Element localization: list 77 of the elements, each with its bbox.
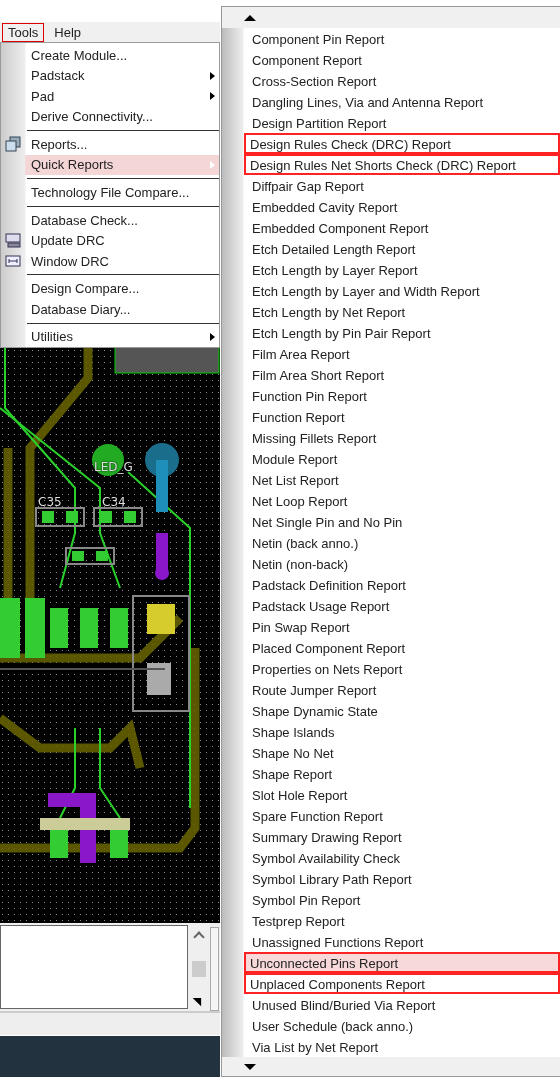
menu-item[interactable]: Etch Length by Pin Pair Report — [222, 322, 560, 343]
submenu-arrow-icon — [210, 161, 215, 169]
menu-item[interactable]: Shape Report — [222, 763, 560, 784]
menu-item[interactable]: Slot Hole Report — [222, 784, 560, 805]
menu-item[interactable]: Component Report — [222, 49, 560, 70]
menu-item[interactable]: Unconnected Pins Report — [244, 952, 560, 973]
scroll-up-icon[interactable] — [244, 14, 256, 21]
component-label: C34 — [102, 496, 126, 508]
menu-item[interactable]: Cross-Section Report — [222, 70, 560, 91]
menu-item[interactable]: Shape Islands — [222, 721, 560, 742]
component-label: C35 — [38, 496, 62, 508]
menu-item[interactable]: Design Rules Net Shorts Check (DRC) Report — [244, 154, 560, 175]
menu-item[interactable]: Embedded Component Report — [222, 217, 560, 238]
window-drc-icon — [5, 252, 21, 269]
menu-item[interactable]: Film Area Report — [222, 343, 560, 364]
menu-item[interactable]: Window DRC — [25, 250, 219, 272]
menu-item[interactable]: Properties on Nets Report — [222, 658, 560, 679]
menu-item[interactable]: Embedded Cavity Report — [222, 196, 560, 217]
menu-item[interactable]: Design Partition Report — [222, 112, 560, 133]
menu-item[interactable]: Function Report — [222, 406, 560, 427]
menu-item[interactable]: Create Module... — [25, 45, 219, 66]
submenu-arrow-icon — [210, 332, 215, 341]
menu-item[interactable]: Etch Length by Net Report — [222, 301, 560, 322]
menu-item[interactable]: Technology File Compare... — [25, 182, 219, 203]
menu-item[interactable]: Shape Dynamic State — [222, 700, 560, 721]
reports-icon — [5, 136, 21, 153]
menu-bar-item[interactable]: Help — [48, 22, 88, 42]
menu-item[interactable]: Net List Report — [222, 469, 560, 490]
menu-item[interactable]: Module Report — [222, 448, 560, 469]
menu-item[interactable]: Update DRC — [25, 230, 219, 251]
menu-item[interactable]: Utilities — [25, 326, 219, 348]
menu-item[interactable]: Pin Swap Report — [222, 616, 560, 637]
submenu-arrow-icon — [210, 92, 215, 101]
menu-item[interactable]: Padstack Usage Report — [222, 595, 560, 616]
menu-item[interactable]: Etch Length by Layer Report — [222, 259, 560, 280]
menu-item[interactable]: Derive Connectivity... — [25, 106, 219, 128]
menu-item[interactable]: Symbol Availability Check — [222, 847, 560, 868]
menu-item[interactable]: Component Pin Report — [222, 28, 560, 49]
menu-item[interactable]: Missing Fillets Report — [222, 427, 560, 448]
scroll-thumb[interactable] — [192, 961, 206, 977]
menu-item[interactable]: Etch Length by Layer and Width Report — [222, 280, 560, 301]
menu-item[interactable]: Via List by Net Report — [222, 1036, 560, 1057]
menu-item[interactable]: Symbol Pin Report — [222, 889, 560, 910]
menu-item[interactable]: Database Diary... — [25, 298, 219, 320]
menu-item[interactable]: Film Area Short Report — [222, 364, 560, 385]
menu-item[interactable]: User Schedule (back anno.) — [222, 1015, 560, 1036]
menu-item[interactable]: Reports... — [25, 134, 219, 155]
menu-item[interactable]: Placed Component Report — [222, 637, 560, 658]
menu-item[interactable]: Spare Function Report — [222, 805, 560, 826]
menu-bar-item[interactable]: Tools — [2, 22, 45, 42]
menu-item[interactable]: Route Jumper Report — [222, 679, 560, 700]
menu-item[interactable]: Pad — [25, 86, 219, 107]
menu-item[interactable]: Padstack Definition Report — [222, 574, 560, 595]
menu-item[interactable]: Testprep Report — [222, 910, 560, 931]
menu-item[interactable]: Net Single Pin and No Pin — [222, 511, 560, 532]
menu-item[interactable]: Padstack — [25, 65, 219, 87]
menu-item[interactable]: Shape No Net — [222, 742, 560, 763]
menu-item[interactable]: Netin (non-back) — [222, 553, 560, 574]
menu-item[interactable]: Net Loop Report — [222, 490, 560, 511]
menu-item[interactable]: Design Rules Check (DRC) Report — [244, 133, 560, 154]
menu-item[interactable]: Etch Detailed Length Report — [222, 238, 560, 259]
menu-item[interactable]: Unassigned Functions Report — [222, 931, 560, 952]
console-output-field[interactable] — [0, 925, 188, 1009]
menu-item[interactable]: Summary Drawing Report — [222, 826, 560, 847]
scroll-down-icon[interactable] — [244, 1063, 256, 1070]
menu-item[interactable]: Diffpair Gap Report — [222, 175, 560, 196]
menu-item[interactable]: Symbol Library Path Report — [222, 868, 560, 889]
menu-item[interactable]: Design Compare... — [25, 278, 219, 299]
menu-item[interactable]: Unplaced Components Report — [244, 973, 560, 994]
submenu-arrow-icon — [210, 71, 215, 80]
menu-item[interactable]: Netin (back anno.) — [222, 532, 560, 553]
menu-item[interactable]: Quick Reports — [25, 154, 219, 176]
menu-item[interactable]: Unused Blind/Buried Via Report — [222, 994, 560, 1015]
menu-item[interactable]: Dangling Lines, Via and Antenna Report — [222, 91, 560, 112]
menu-item[interactable]: Database Check... — [25, 209, 219, 231]
update-drc-icon — [5, 232, 21, 249]
menu-item[interactable]: Function Pin Report — [222, 385, 560, 406]
